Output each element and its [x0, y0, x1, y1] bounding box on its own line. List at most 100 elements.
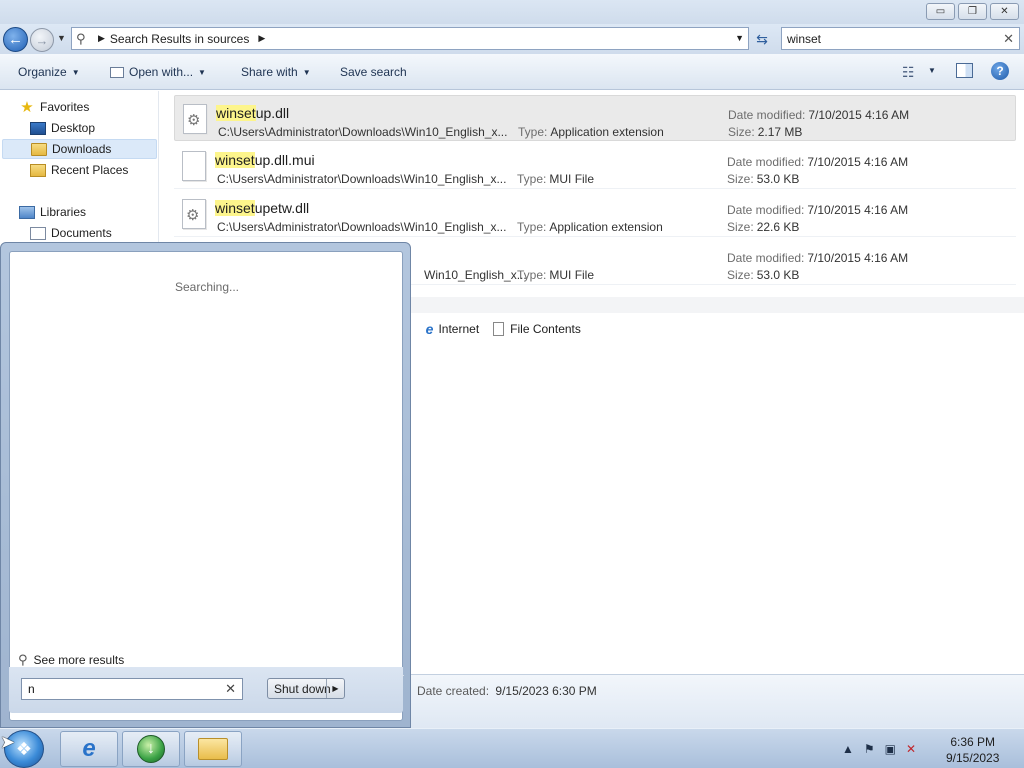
internet-explorer-icon: e — [82, 735, 96, 762]
address-bar[interactable]: ⚲ ▶ Search Results in sources ▶ ▼ — [71, 27, 749, 50]
shut-down-button[interactable]: Shut down ▶ — [267, 678, 345, 699]
taskbar-download-manager[interactable]: ↓ — [122, 731, 180, 767]
share-with-button[interactable]: Share with ▼ — [241, 65, 311, 79]
type-label: Type: — [518, 125, 548, 139]
match-highlight: winset — [216, 105, 256, 121]
nav-favorites[interactable]: ★ Favorites — [19, 97, 89, 117]
nav-recent-places[interactable]: Recent Places — [30, 160, 128, 180]
date-value: 7/10/2015 4:16 AM — [808, 108, 910, 122]
internet-label: Internet — [438, 322, 480, 336]
help-icon[interactable]: ? — [991, 62, 1009, 80]
date-value: 7/10/2015 4:16 AM — [807, 155, 909, 169]
organize-label: Organize — [18, 65, 67, 79]
dropdown-arrow-icon: ▼ — [198, 67, 206, 77]
file-size: Size: 53.0 KB — [727, 268, 799, 282]
taskbar-windows-explorer[interactable] — [184, 731, 242, 767]
shut-down-options-arrow-icon[interactable]: ▶ — [326, 679, 344, 698]
start-menu: Searching... ⚲ See more results n ✕ Shut … — [0, 242, 411, 728]
blank-file-icon — [182, 151, 206, 181]
result-row[interactable]: winsetupetw.dll C:\Users\Administrator\D… — [174, 191, 1016, 237]
action-center-flag-icon[interactable]: ⚑ — [864, 742, 875, 756]
open-with-icon — [110, 66, 124, 78]
result-row[interactable]: winsetup.dll.mui C:\Users\Administrator\… — [174, 143, 1016, 189]
libraries-icon — [19, 205, 35, 219]
breadcrumb-search-results[interactable]: Search Results in sources — [110, 32, 249, 46]
result-row[interactable]: winsetup.dll C:\Users\Administrator\Down… — [174, 95, 1016, 141]
save-search-button[interactable]: Save search — [340, 65, 407, 79]
nav-desktop[interactable]: Desktop — [30, 118, 95, 138]
back-button[interactable]: ← — [3, 27, 28, 52]
forward-arrow-icon: → — [35, 32, 49, 48]
refresh-button[interactable]: ⇆ — [752, 30, 772, 48]
volume-muted-icon[interactable]: ✕ — [906, 742, 916, 756]
type-value: Application extension — [549, 220, 663, 234]
date-value: 7/10/2015 4:16 AM — [807, 203, 909, 217]
start-search-value: n — [28, 682, 35, 696]
nav-libraries[interactable]: Libraries — [19, 202, 86, 222]
search-internet-link[interactable]: e Internet — [426, 321, 480, 337]
file-contents-icon — [493, 322, 505, 336]
date-modified-label: Date modified: — [727, 203, 805, 217]
address-dropdown-icon[interactable]: ▼ — [735, 33, 744, 43]
clock-time: 6:36 PM — [950, 735, 996, 749]
organize-button[interactable]: Organize ▼ — [18, 65, 80, 79]
clear-search-icon[interactable]: ✕ — [225, 681, 236, 697]
maximize-button[interactable]: ❐ — [958, 3, 987, 20]
recent-places-icon — [30, 163, 46, 177]
file-date-modified: Date modified: 7/10/2015 4:16 AM — [727, 155, 908, 169]
change-view-icon[interactable]: ☷ — [902, 64, 915, 81]
open-with-button[interactable]: Open with... ▼ — [110, 65, 206, 79]
nav-favorites-label: Favorites — [40, 100, 90, 114]
search-clear-icon[interactable]: ✕ — [1003, 31, 1014, 47]
share-with-label: Share with — [241, 65, 298, 79]
breadcrumb-chevron-icon[interactable]: ▶ — [98, 33, 105, 44]
date-created-value: 9/15/2023 6:30 PM — [495, 684, 597, 698]
size-value: 2.17 MB — [757, 125, 803, 139]
match-highlight: winset — [215, 200, 255, 216]
forward-button[interactable]: → — [30, 28, 54, 52]
file-name-rest: upetw.dll — [254, 200, 310, 216]
windows-logo-icon: ❖ — [15, 738, 33, 759]
show-hidden-icons-icon[interactable]: ▲ — [842, 742, 854, 756]
nav-downloads-label: Downloads — [52, 142, 112, 156]
documents-icon — [30, 226, 46, 240]
minimize-button[interactable]: ▭ — [926, 3, 955, 20]
network-icon[interactable]: ▣ — [885, 742, 896, 756]
download-manager-icon: ↓ — [137, 735, 165, 763]
mouse-cursor-icon: ➤ — [0, 732, 16, 752]
clock[interactable]: 6:36 PM 9/15/2023 — [946, 734, 999, 766]
refresh-icon: ⇆ — [756, 30, 768, 47]
dropdown-arrow-icon: ▼ — [71, 67, 80, 77]
taskbar-internet-explorer[interactable]: e — [60, 731, 118, 767]
details-date-created: Date created: 9/15/2023 6:30 PM — [417, 684, 597, 698]
file-date-modified: Date modified: 7/10/2015 4:16 AM — [727, 203, 908, 217]
search-file-contents-link[interactable]: File Contents — [493, 322, 581, 336]
recent-pages-dropdown[interactable]: ▼ — [57, 33, 66, 43]
date-created-label: Date created: — [417, 684, 490, 698]
preview-pane-icon[interactable] — [956, 63, 973, 78]
size-label: Size: — [727, 220, 754, 234]
close-button[interactable]: ✕ — [990, 3, 1019, 20]
start-menu-bottom: n ✕ Shut down ▶ — [9, 667, 403, 713]
search-input[interactable]: winset ✕ — [781, 27, 1020, 50]
see-more-results-label: See more results — [33, 653, 125, 667]
size-value: 53.0 KB — [756, 268, 800, 282]
title-bar: ▭ ❐ ✕ — [0, 0, 1024, 24]
nav-documents-label: Documents — [51, 226, 112, 240]
size-label: Size: — [728, 125, 755, 139]
nav-documents[interactable]: Documents — [30, 223, 112, 243]
nav-recent-label: Recent Places — [51, 163, 129, 177]
nav-downloads[interactable]: Downloads — [2, 139, 157, 159]
view-dropdown-icon[interactable]: ▼ — [928, 66, 936, 75]
file-name-rest: up.dll — [255, 105, 290, 121]
searching-status: Searching... — [174, 280, 240, 294]
star-icon: ★ — [20, 99, 34, 116]
date-value: 7/10/2015 4:16 AM — [807, 251, 909, 265]
file-type: Type: Application extension — [518, 125, 664, 139]
type-label: Type: — [517, 220, 547, 234]
internet-explorer-icon: e — [425, 321, 434, 337]
start-search-input[interactable]: n ✕ — [21, 678, 243, 700]
nav-libraries-label: Libraries — [40, 205, 87, 219]
see-more-results-link[interactable]: ⚲ See more results — [18, 652, 124, 668]
breadcrumb-chevron-icon[interactable]: ▶ — [258, 33, 265, 44]
